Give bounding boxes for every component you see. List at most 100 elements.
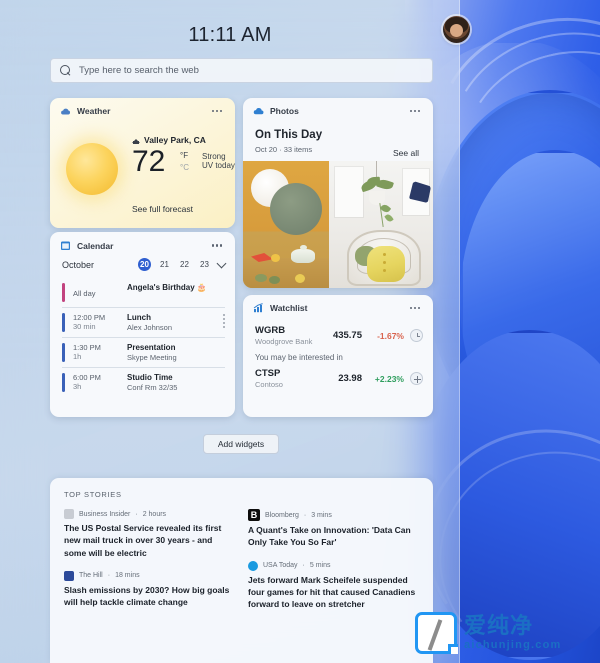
photos-subtitle: Oct 20 · 33 items bbox=[255, 145, 313, 154]
watchlist-icon bbox=[253, 303, 263, 313]
news-headline[interactable]: The US Postal Service revealed its first… bbox=[64, 522, 234, 559]
bloomberg-icon: B bbox=[248, 509, 260, 521]
news-story[interactable]: The Hill · 18 mins Slash emissions by 20… bbox=[64, 570, 234, 609]
calendar-widget-title: Calendar bbox=[77, 240, 114, 251]
photos-heading: On This Day bbox=[255, 129, 323, 141]
news-headline[interactable]: Slash emissions by 2030? How big goals w… bbox=[64, 584, 234, 609]
stock-change: -1.67% bbox=[377, 330, 404, 341]
news-story[interactable]: B Bloomberg · 3 mins A Quant's Take on I… bbox=[248, 509, 418, 549]
weather-units: °F °C bbox=[180, 150, 189, 173]
photo-thumbnail[interactable] bbox=[243, 161, 329, 288]
stock-company: Woodgrove Bank bbox=[255, 337, 313, 346]
plus-icon[interactable] bbox=[410, 372, 423, 385]
event-duration: 30 min bbox=[73, 322, 96, 331]
watchlist-row[interactable]: CTSP Contoso 23.98 +2.23% bbox=[243, 364, 433, 393]
photos-see-all-link[interactable]: See all bbox=[389, 146, 423, 160]
event-duration: 3h bbox=[73, 382, 82, 391]
calendar-widget[interactable]: Calendar October 20 21 22 23 All day Ang… bbox=[50, 232, 235, 417]
unit-celsius[interactable]: °C bbox=[180, 162, 189, 174]
watermark-en-text: aichunjing.com bbox=[464, 639, 562, 651]
stock-company: Contoso bbox=[255, 380, 283, 389]
stock-symbol: WGRB bbox=[255, 325, 286, 336]
event-detail: Skype Meeting bbox=[127, 353, 177, 362]
calendar-event[interactable]: 6:00 PM 3h Studio Time Conf Rm 32/35 bbox=[62, 368, 225, 397]
event-time: 6:00 PM bbox=[73, 373, 101, 382]
weather-more-button[interactable] bbox=[209, 108, 225, 114]
calendar-month-label: October bbox=[62, 259, 95, 270]
business-insider-icon bbox=[64, 509, 74, 519]
event-time: 1:30 PM bbox=[73, 343, 101, 352]
event-title: Studio Time bbox=[127, 373, 173, 382]
news-column-right: B Bloomberg · 3 mins A Quant's Take on I… bbox=[248, 509, 418, 623]
calendar-event[interactable]: All day Angela's Birthday 🎂 bbox=[62, 278, 225, 308]
search-placeholder: Type here to search the web bbox=[79, 65, 199, 76]
news-time: 3 mins bbox=[311, 511, 332, 519]
event-time: All day bbox=[73, 289, 96, 298]
photos-more-button[interactable] bbox=[407, 108, 423, 114]
watchlist-more-button[interactable] bbox=[407, 305, 423, 311]
event-duration: 1h bbox=[73, 352, 82, 361]
event-title: Presentation bbox=[127, 343, 176, 352]
stock-change: +2.23% bbox=[374, 373, 404, 384]
weather-icon bbox=[61, 108, 71, 114]
news-source: USA Today bbox=[263, 562, 298, 570]
news-time: 18 mins bbox=[115, 572, 140, 580]
weather-widget-title: Weather bbox=[77, 106, 111, 116]
calendar-day-20[interactable]: 20 bbox=[138, 258, 151, 271]
user-avatar[interactable] bbox=[443, 16, 470, 43]
photos-thumbnail-strip bbox=[243, 161, 433, 288]
home-icon bbox=[132, 136, 140, 145]
news-headline[interactable]: Jets forward Mark Scheifele suspended fo… bbox=[248, 574, 418, 611]
photo-thumbnail[interactable] bbox=[329, 161, 433, 288]
event-title: Angela's Birthday 🎂 bbox=[127, 283, 207, 292]
clock-icon[interactable] bbox=[410, 329, 423, 342]
news-time: 2 hours bbox=[142, 510, 167, 518]
weather-condition: Strong UV today bbox=[202, 152, 235, 170]
calendar-day-strip: 20 21 22 23 bbox=[138, 258, 227, 271]
photos-icon bbox=[253, 107, 264, 114]
watchlist-widget-title: Watchlist bbox=[270, 303, 308, 313]
calendar-more-button[interactable] bbox=[209, 242, 225, 248]
news-story[interactable]: USA Today · 5 mins Jets forward Mark Sch… bbox=[248, 560, 418, 611]
news-time: 5 mins bbox=[309, 562, 331, 570]
usa-today-icon bbox=[248, 560, 258, 571]
calendar-event[interactable]: 1:30 PM 1h Presentation Skype Meeting bbox=[62, 338, 225, 368]
event-detail: Alex Johnson bbox=[127, 323, 173, 332]
sun-icon bbox=[66, 143, 118, 195]
photos-widget-title: Photos bbox=[270, 106, 299, 116]
news-source: Bloomberg bbox=[265, 511, 299, 519]
news-column-left: Business Insider · 2 hours The US Postal… bbox=[64, 509, 234, 623]
watermark-cn-text: 爱纯净 bbox=[464, 613, 534, 638]
news-feed: TOP STORIES Business Insider · 2 hours T… bbox=[50, 478, 433, 663]
calendar-event[interactable]: 12:00 PM 30 min Lunch Alex Johnson bbox=[62, 308, 225, 338]
weather-widget[interactable]: Weather Valley Park, CA 72 °F °C Strong … bbox=[50, 98, 235, 228]
calendar-day-21[interactable]: 21 bbox=[158, 260, 171, 269]
watchlist-row[interactable]: WGRB Woodgrove Bank 435.75 -1.67% bbox=[243, 316, 433, 350]
chevron-down-icon[interactable] bbox=[216, 258, 227, 268]
watchlist-suggestion-label: You may be interested in bbox=[255, 353, 343, 362]
unit-fahrenheit[interactable]: °F bbox=[180, 150, 189, 162]
search-icon bbox=[60, 65, 71, 76]
news-headline[interactable]: A Quant's Take on Innovation: 'Data Can … bbox=[248, 524, 418, 549]
event-title: Lunch bbox=[127, 313, 151, 322]
see-full-forecast-link[interactable]: See full forecast bbox=[132, 204, 193, 214]
watermark-logo-icon bbox=[415, 612, 458, 654]
news-source: The Hill bbox=[79, 572, 103, 580]
calendar-day-23[interactable]: 23 bbox=[198, 260, 211, 269]
stock-symbol: CTSP bbox=[255, 368, 281, 379]
news-section-title: TOP STORIES bbox=[64, 490, 122, 499]
search-input[interactable]: Type here to search the web bbox=[50, 58, 433, 83]
news-story[interactable]: Business Insider · 2 hours The US Postal… bbox=[64, 509, 234, 559]
calendar-day-22[interactable]: 22 bbox=[178, 260, 191, 269]
weather-temperature: 72 bbox=[132, 145, 166, 178]
desktop: 11:11 AM Type here to search the web Wea… bbox=[0, 0, 600, 663]
add-widgets-button[interactable]: Add widgets bbox=[203, 434, 279, 454]
stock-price: 435.75 bbox=[332, 330, 362, 341]
news-source: Business Insider bbox=[79, 510, 131, 518]
weather-location: Valley Park, CA bbox=[132, 135, 206, 145]
watchlist-widget[interactable]: Watchlist WGRB Woodgrove Bank 435.75 -1.… bbox=[243, 295, 433, 417]
stock-price: 23.98 bbox=[338, 373, 362, 384]
weather-location-label: Valley Park, CA bbox=[144, 135, 206, 145]
photos-widget[interactable]: Photos On This Day Oct 20 · 33 items See… bbox=[243, 98, 433, 288]
the-hill-icon bbox=[64, 570, 74, 581]
